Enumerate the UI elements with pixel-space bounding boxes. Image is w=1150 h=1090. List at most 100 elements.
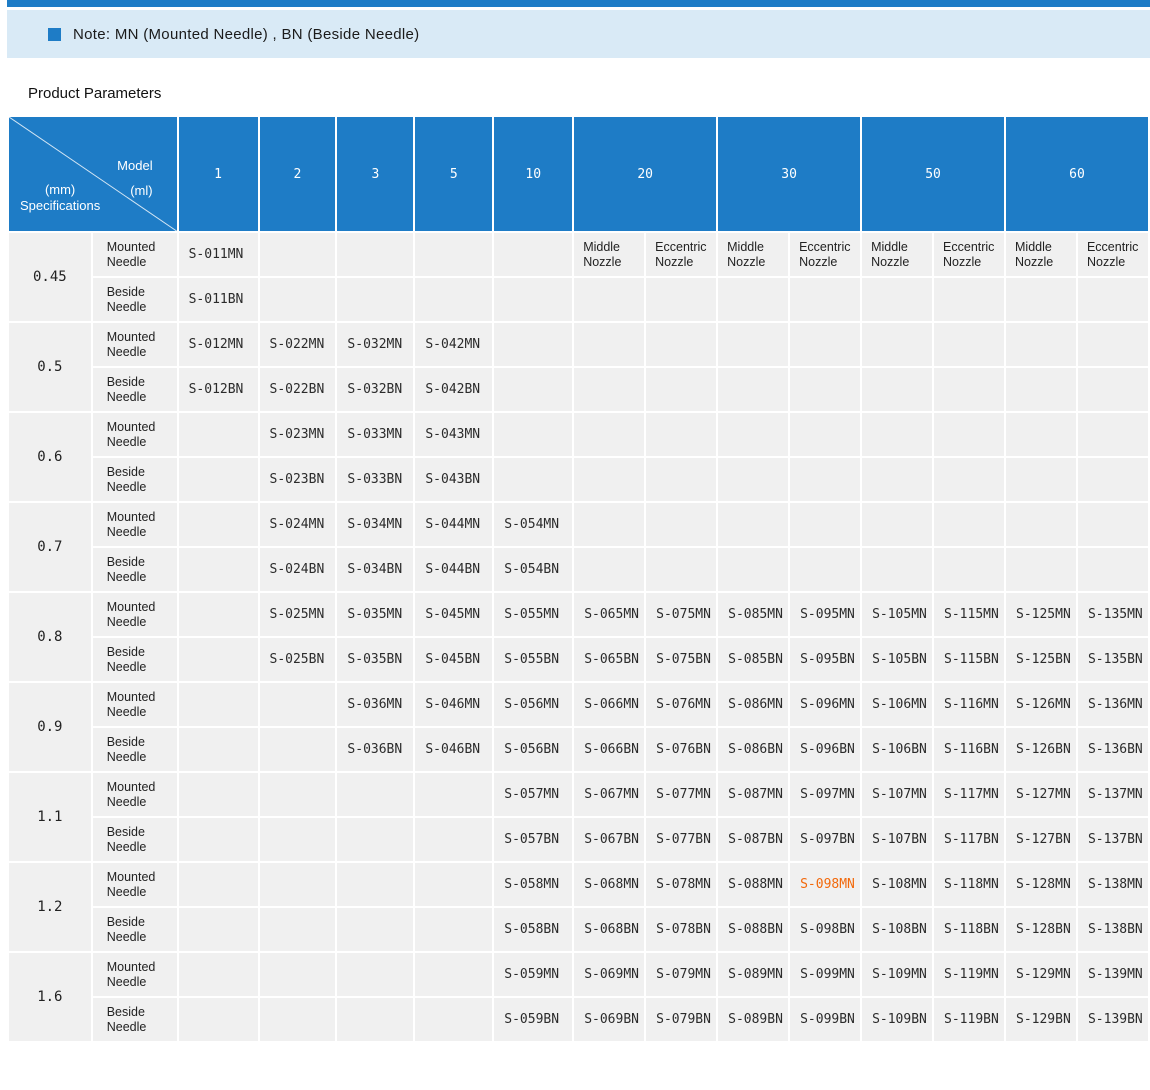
empty-cell [934, 278, 1004, 321]
model-cell: S-137BN [1078, 818, 1148, 861]
empty-cell [646, 458, 716, 501]
model-cell: S-098BN [790, 908, 860, 951]
table-row: Beside NeedleS-059BNS-069BNS-079BNS-089B… [9, 998, 1148, 1041]
spec-cell: 1.1 [9, 773, 91, 861]
model-cell: S-119BN [934, 998, 1004, 1041]
empty-cell [337, 908, 413, 951]
empty-cell [494, 458, 572, 501]
model-cell: S-046MN [415, 683, 492, 726]
empty-cell [1006, 458, 1076, 501]
nozzle-label-cell: Middle Nozzle [1006, 233, 1076, 276]
model-cell: S-024BN [260, 548, 336, 591]
model-cell: S-045MN [415, 593, 492, 636]
model-cell: S-125MN [1006, 593, 1076, 636]
needle-type-cell: Mounted Needle [93, 773, 177, 816]
empty-cell [260, 998, 336, 1041]
product-table: Model(ml)(mm)Specifications1235102030506… [7, 115, 1150, 1043]
model-cell: S-138MN [1078, 863, 1148, 906]
empty-cell [1078, 368, 1148, 411]
model-cell: S-076MN [646, 683, 716, 726]
spec-cell: 0.9 [9, 683, 91, 771]
empty-cell [1006, 503, 1076, 546]
empty-cell [646, 368, 716, 411]
empty-cell [790, 548, 860, 591]
model-cell: S-043MN [415, 413, 492, 456]
empty-cell [790, 368, 860, 411]
column-header-cell: 5 [415, 117, 492, 231]
note-bullet-icon [48, 28, 61, 41]
empty-cell [646, 278, 716, 321]
empty-cell [574, 458, 644, 501]
model-cell: S-116MN [934, 683, 1004, 726]
model-cell: S-056BN [494, 728, 572, 771]
model-cell: S-106BN [862, 728, 932, 771]
model-cell: S-138BN [1078, 908, 1148, 951]
model-cell: S-118MN [934, 863, 1004, 906]
model-cell: S-136MN [1078, 683, 1148, 726]
model-cell: S-119MN [934, 953, 1004, 996]
model-cell: S-105MN [862, 593, 932, 636]
model-cell: S-011BN [179, 278, 258, 321]
model-cell: S-107BN [862, 818, 932, 861]
model-cell: S-128MN [1006, 863, 1076, 906]
empty-cell [260, 863, 336, 906]
column-header-cell: 20 [574, 117, 716, 231]
model-cell: S-035BN [337, 638, 413, 681]
model-cell: S-097MN [790, 773, 860, 816]
model-cell: S-109MN [862, 953, 932, 996]
spec-cell: 0.45 [9, 233, 91, 321]
model-cell: S-085MN [718, 593, 788, 636]
table-row: 1.2Mounted NeedleS-058MNS-068MNS-078MNS-… [9, 863, 1148, 906]
model-cell: S-117MN [934, 773, 1004, 816]
table-row: Beside NeedleS-011BN [9, 278, 1148, 321]
table-row: Beside NeedleS-024BNS-034BNS-044BNS-054B… [9, 548, 1148, 591]
model-cell: S-099MN [790, 953, 860, 996]
model-cell: S-115MN [934, 593, 1004, 636]
needle-type-cell: Beside Needle [93, 728, 177, 771]
model-cell: S-095MN [790, 593, 860, 636]
model-cell: S-032MN [337, 323, 413, 366]
model-cell: S-135MN [1078, 593, 1148, 636]
empty-cell [415, 233, 492, 276]
model-cell: S-042BN [415, 368, 492, 411]
table-row: Beside NeedleS-012BNS-022BNS-032BNS-042B… [9, 368, 1148, 411]
empty-cell [415, 818, 492, 861]
empty-cell [1006, 413, 1076, 456]
model-cell: S-086MN [718, 683, 788, 726]
empty-cell [862, 458, 932, 501]
model-cell: S-059BN [494, 998, 572, 1041]
empty-cell [862, 368, 932, 411]
empty-cell [862, 323, 932, 366]
needle-type-cell: Mounted Needle [93, 683, 177, 726]
model-cell: S-096BN [790, 728, 860, 771]
empty-cell [260, 278, 336, 321]
table-row: 0.5Mounted NeedleS-012MNS-022MNS-032MNS-… [9, 323, 1148, 366]
empty-cell [179, 503, 258, 546]
model-cell: S-045BN [415, 638, 492, 681]
model-cell: S-057MN [494, 773, 572, 816]
table-row: 0.7Mounted NeedleS-024MNS-034MNS-044MNS-… [9, 503, 1148, 546]
model-cell: S-115BN [934, 638, 1004, 681]
empty-cell [1078, 458, 1148, 501]
model-cell: S-058BN [494, 908, 572, 951]
nozzle-label-cell: Middle Nozzle [574, 233, 644, 276]
page: Note: MN (Mounted Needle) , BN (Beside N… [0, 0, 1150, 1043]
needle-type-cell: Mounted Needle [93, 323, 177, 366]
empty-cell [574, 503, 644, 546]
model-cell: S-095BN [790, 638, 860, 681]
model-cell: S-107MN [862, 773, 932, 816]
model-cell: S-118BN [934, 908, 1004, 951]
model-cell: S-136BN [1078, 728, 1148, 771]
empty-cell [337, 998, 413, 1041]
model-cell: S-012BN [179, 368, 258, 411]
column-header-cell: 30 [718, 117, 860, 231]
empty-cell [574, 413, 644, 456]
model-cell: S-129BN [1006, 998, 1076, 1041]
model-cell: S-043BN [415, 458, 492, 501]
table-row: 0.45Mounted NeedleS-011MNMiddle NozzleEc… [9, 233, 1148, 276]
empty-cell [718, 368, 788, 411]
needle-type-cell: Beside Needle [93, 368, 177, 411]
empty-cell [718, 278, 788, 321]
column-header-cell: 50 [862, 117, 1004, 231]
model-cell: S-077MN [646, 773, 716, 816]
